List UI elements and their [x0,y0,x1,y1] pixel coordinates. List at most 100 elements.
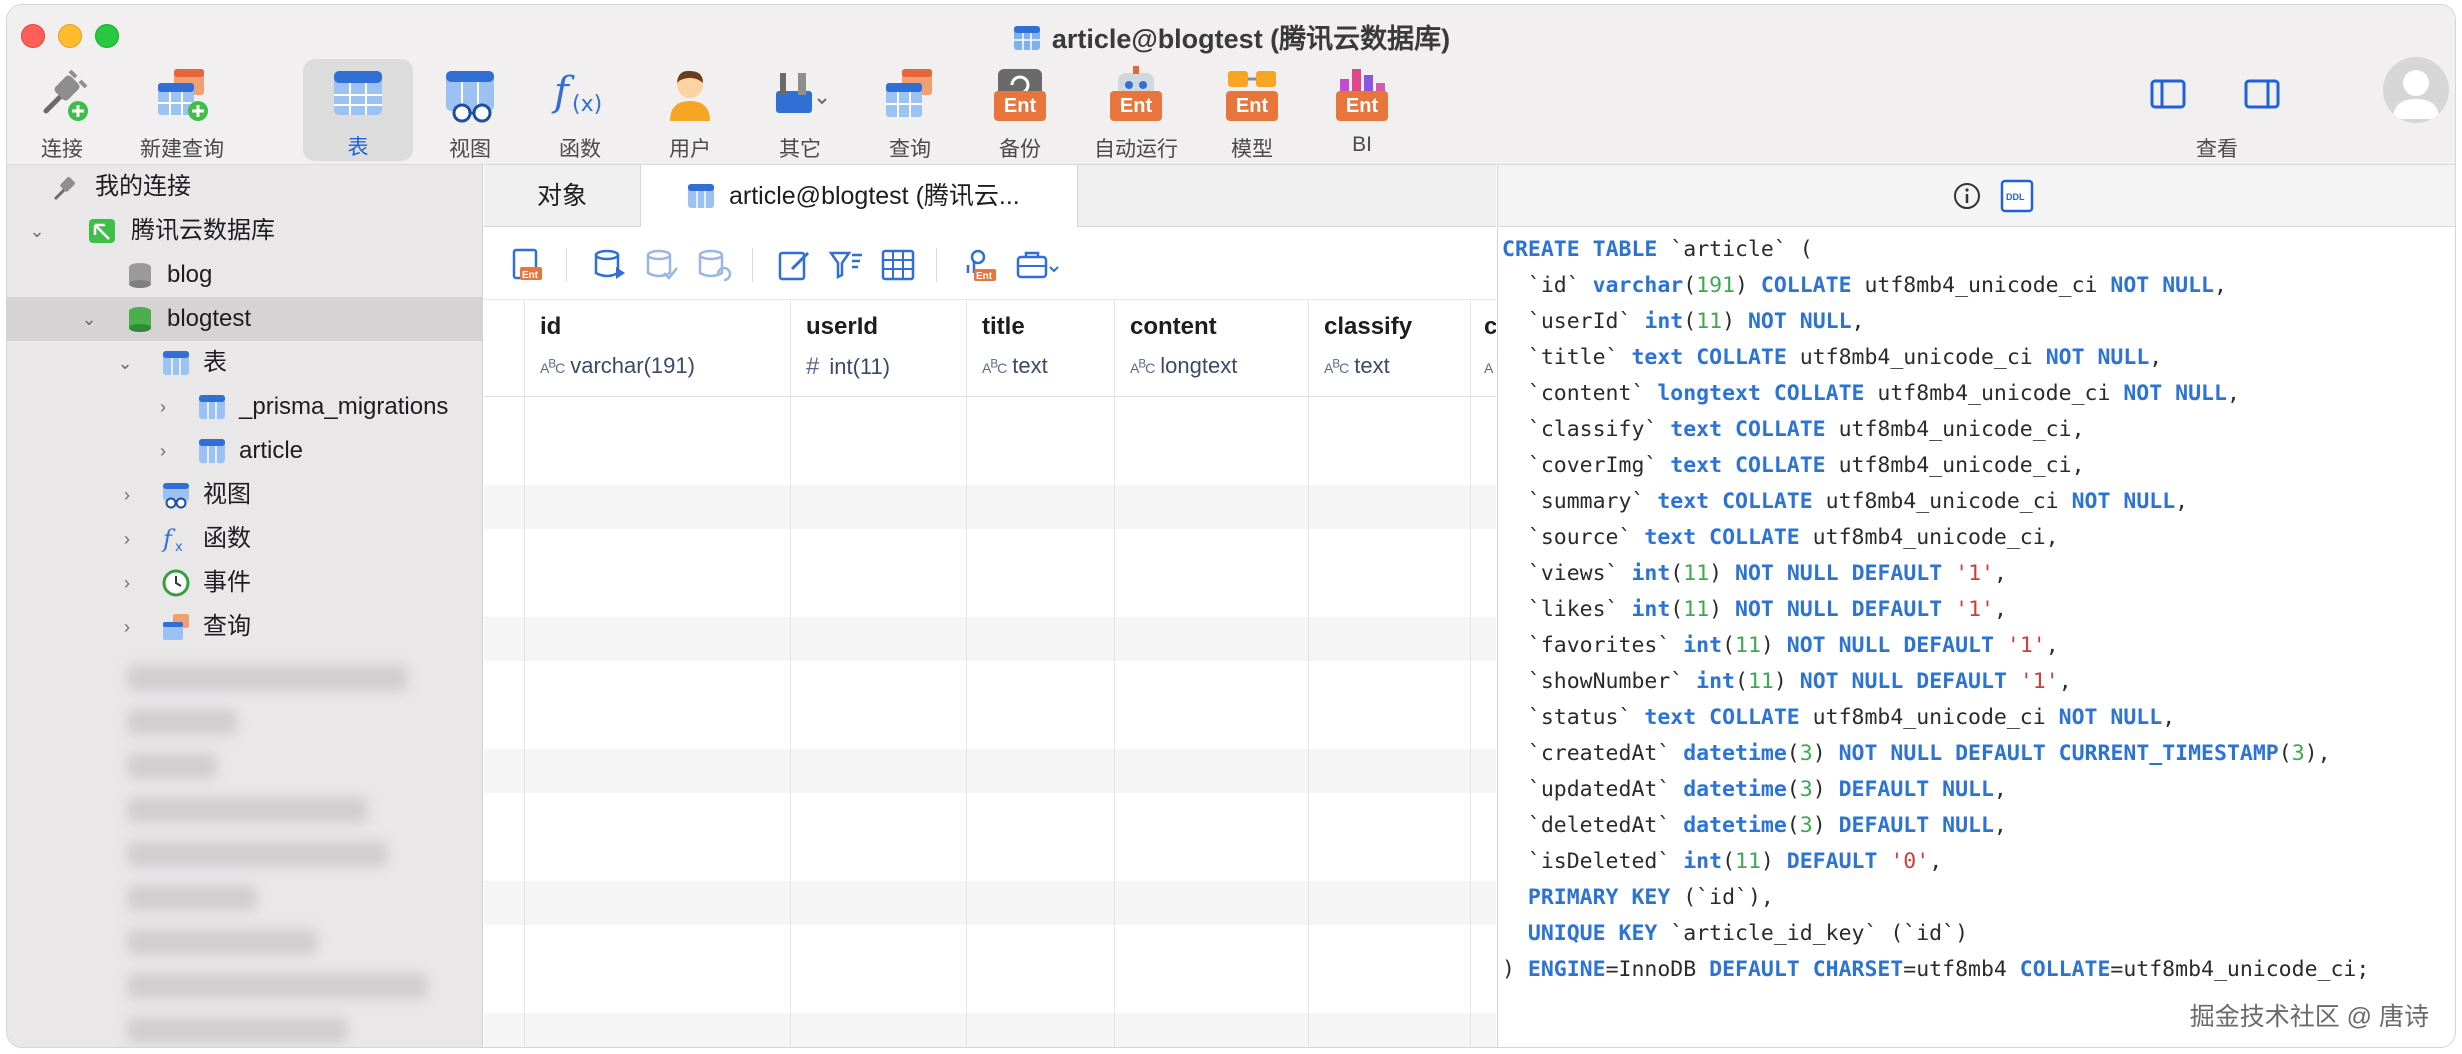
toolbar-other-label: 其它 [779,138,821,161]
ddl-line: `likes` int(11) NOT NULL DEFAULT '1', [1502,597,2007,622]
toolbar-query-button[interactable]: 查询 [855,61,965,161]
tab-article[interactable]: article@blogtest (腾讯云... [640,165,1078,227]
tree-label: blog [167,261,213,288]
plug-add-icon [43,69,88,121]
column-divider [1114,301,1115,1047]
svg-text:DDL: DDL [2006,192,2025,202]
ent-badge: Ent [1336,91,1388,121]
tab-article-label: article@blogtest (腾讯云... [729,182,1020,210]
toolbar-bi-button[interactable]: Ent BI [1307,61,1417,161]
tools-icon [776,73,827,113]
tree-label: article [239,437,304,464]
ent-badge: Ent [1226,91,1278,121]
number-type-icon: # [806,353,820,380]
blurred-item [127,753,217,779]
blurred-item [127,1017,347,1043]
toolbar-backup-button[interactable]: Ent 备份 [965,61,1075,161]
toolbar-automation-button[interactable]: Ent 自动运行 [1081,61,1191,161]
blurred-item [127,973,427,999]
toolbar-connect-button[interactable]: 连接 [7,61,117,161]
blurred-item [127,665,407,691]
toolbar-function-button[interactable]: f (x) 函数 [525,61,635,161]
tree-tables-group[interactable]: ⌄ 表 [7,341,483,385]
tree-my-connections[interactable]: 我的连接 [7,165,483,209]
chart-ent-icon[interactable]: Ent [962,247,998,283]
svg-text:Ent: Ent [522,270,539,281]
text-type-icon: A [1484,360,1493,376]
ddl-line: PRIMARY KEY (`id`), [1527,885,1774,910]
database-icon [129,263,151,288]
avatar[interactable] [2383,57,2449,123]
toolbar-user-button[interactable]: 用户 [635,61,745,161]
ddl-line: `isDeleted` int(11) DEFAULT '0', [1502,849,1943,874]
tree-label: _prisma_migrations [239,393,449,420]
plug-icon [53,177,75,201]
connection-leaf-icon [89,219,115,243]
chevron-right-icon[interactable]: › [153,385,173,429]
tree-label: blogtest [167,305,252,332]
svg-text:Ent: Ent [976,271,993,282]
tree-table-article[interactable]: › article [7,429,483,473]
chevron-down-icon[interactable]: ⌄ [115,341,135,385]
column-divider [966,301,967,1047]
database-refresh-icon[interactable] [696,247,732,283]
ddl-line: `classify` text COLLATE utf8mb4_unicode_… [1502,417,2085,442]
blurred-item [127,885,257,911]
info-icon[interactable] [1952,181,1982,211]
view-icon [163,483,189,509]
filter-sort-icon[interactable] [828,247,864,283]
tree-label: 表 [203,349,227,376]
grid-view-icon[interactable] [880,247,916,283]
ent-badge: Ent [994,91,1046,121]
tree-functions-group[interactable]: › fx 函数 [7,517,483,561]
tree-db-blogtest[interactable]: ⌄ blogtest [7,297,483,341]
column-divider [1470,301,1471,1047]
object-toolbar: Ent Ent [484,228,1496,300]
chevron-right-icon[interactable]: › [153,429,173,473]
toolbar-view-button[interactable]: 视图 [415,61,525,161]
chevron-right-icon[interactable]: › [117,561,137,605]
function-icon: f (x) [551,69,602,117]
edit-icon[interactable] [776,247,812,283]
query-icon [163,614,189,640]
toggle-right-panel-icon[interactable] [2243,77,2281,111]
chevron-down-icon[interactable]: ⌄ [27,209,47,253]
tab-bar: 对象 article@blogtest (腾讯云... [484,165,1496,227]
column-type: ABC text [1324,353,1390,378]
tree-table-prisma-migrations[interactable]: › _prisma_migrations [7,385,483,429]
toggle-left-panel-icon[interactable] [2149,77,2187,111]
toolbar-table-button[interactable]: 表 [303,59,413,161]
toolbar-function-label: 函数 [559,138,601,161]
tree-queries-group[interactable]: › 查询 [7,605,483,649]
view-icon [446,71,494,123]
window-title: article@blogtest (腾讯云数据库) [7,17,2455,56]
table-row [484,749,1496,793]
column-type: ABC text [982,353,1048,378]
toolbar-separator [566,248,567,282]
data-grid[interactable]: id ABC varchar(191) userId # int(11) title… [484,301,1496,1047]
column-name: title [982,313,1025,340]
chevron-right-icon[interactable]: › [117,517,137,561]
ddl-panel-header: DDL [1497,165,2455,227]
toolbar-model-label: 模型 [1231,138,1273,161]
toolbar-model-button[interactable]: Ent 模型 [1197,61,1307,161]
tree-events-group[interactable]: › 事件 [7,561,483,605]
chevron-right-icon[interactable]: › [117,473,137,517]
toolbar-other-button[interactable]: 其它 [745,61,855,161]
chevron-right-icon[interactable]: › [117,605,137,649]
tree-views-group[interactable]: › 视图 [7,473,483,517]
toolbar-new-query-button[interactable]: 新建查询 [127,61,237,161]
tab-objects[interactable]: 对象 [484,165,640,227]
database-run-icon[interactable] [592,247,628,283]
tree-connection[interactable]: ⌄ 腾讯云数据库 [7,209,483,253]
export-ent-icon[interactable]: Ent [510,247,546,283]
ddl-line: UNIQUE KEY `article_id_key` (`id`) [1527,921,1969,946]
chevron-down-icon[interactable]: ⌄ [79,297,99,341]
column-name: classify [1324,313,1413,340]
database-check-icon[interactable] [644,247,680,283]
ddl-code-view[interactable]: CREATE TABLE `article` ( `id` varchar(19… [1497,228,2455,1047]
ddl-line: `userId` int(11) NOT NULL, [1502,309,1865,334]
ddl-icon[interactable]: DDL [2000,179,2034,213]
tree-db-blog[interactable]: blog [7,253,483,297]
toolbox-dropdown-icon[interactable] [1014,247,1062,283]
